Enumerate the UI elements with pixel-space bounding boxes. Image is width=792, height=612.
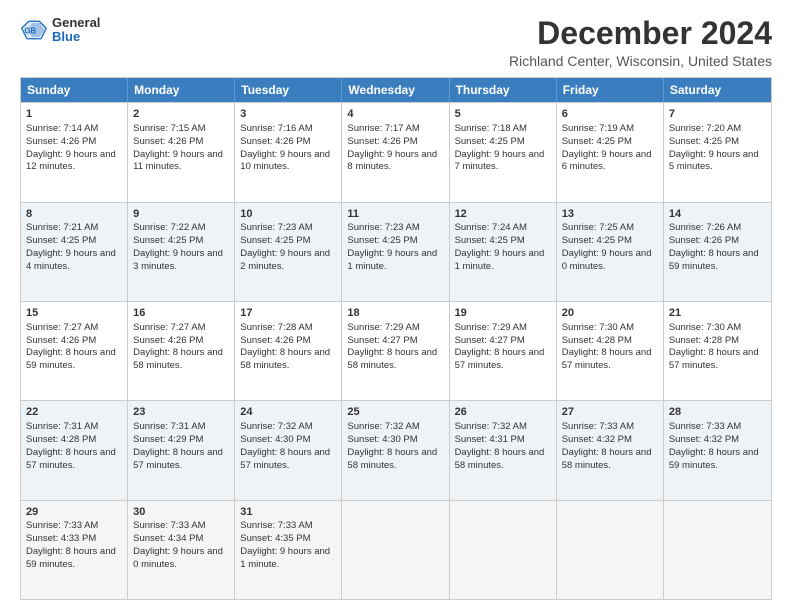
day-number: 24 (240, 405, 336, 420)
week-row-3: 15Sunrise: 7:27 AMSunset: 4:26 PMDayligh… (21, 301, 771, 400)
empty-cell (664, 501, 771, 599)
header: GB General Blue December 2024 Richland C… (20, 16, 772, 69)
day-cell-21: 21Sunrise: 7:30 AMSunset: 4:28 PMDayligh… (664, 302, 771, 400)
day-number: 7 (669, 107, 766, 122)
day-cell-8: 8Sunrise: 7:21 AMSunset: 4:25 PMDaylight… (21, 203, 128, 301)
day-cell-1: 1Sunrise: 7:14 AMSunset: 4:26 PMDaylight… (21, 103, 128, 201)
day-number: 26 (455, 405, 551, 420)
day-cell-5: 5Sunrise: 7:18 AMSunset: 4:25 PMDaylight… (450, 103, 557, 201)
empty-cell (557, 501, 664, 599)
day-number: 4 (347, 107, 443, 122)
location-title: Richland Center, Wisconsin, United State… (509, 53, 772, 69)
month-title: December 2024 (509, 16, 772, 51)
day-cell-6: 6Sunrise: 7:19 AMSunset: 4:25 PMDaylight… (557, 103, 664, 201)
day-cell-13: 13Sunrise: 7:25 AMSunset: 4:25 PMDayligh… (557, 203, 664, 301)
day-cell-25: 25Sunrise: 7:32 AMSunset: 4:30 PMDayligh… (342, 401, 449, 499)
day-number: 25 (347, 405, 443, 420)
calendar-header: Sunday Monday Tuesday Wednesday Thursday… (21, 78, 771, 102)
header-tuesday: Tuesday (235, 78, 342, 102)
day-cell-2: 2Sunrise: 7:15 AMSunset: 4:26 PMDaylight… (128, 103, 235, 201)
day-cell-10: 10Sunrise: 7:23 AMSunset: 4:25 PMDayligh… (235, 203, 342, 301)
day-cell-16: 16Sunrise: 7:27 AMSunset: 4:26 PMDayligh… (128, 302, 235, 400)
day-number: 1 (26, 107, 122, 122)
logo-icon: GB (20, 16, 48, 44)
week-row-2: 8Sunrise: 7:21 AMSunset: 4:25 PMDaylight… (21, 202, 771, 301)
day-number: 31 (240, 505, 336, 520)
empty-cell (342, 501, 449, 599)
day-number: 16 (133, 306, 229, 321)
day-number: 29 (26, 505, 122, 520)
day-number: 5 (455, 107, 551, 122)
week-row-5: 29Sunrise: 7:33 AMSunset: 4:33 PMDayligh… (21, 500, 771, 599)
day-cell-12: 12Sunrise: 7:24 AMSunset: 4:25 PMDayligh… (450, 203, 557, 301)
day-cell-15: 15Sunrise: 7:27 AMSunset: 4:26 PMDayligh… (21, 302, 128, 400)
day-number: 15 (26, 306, 122, 321)
day-number: 10 (240, 207, 336, 222)
day-number: 11 (347, 207, 443, 222)
header-sunday: Sunday (21, 78, 128, 102)
week-row-1: 1Sunrise: 7:14 AMSunset: 4:26 PMDaylight… (21, 102, 771, 201)
day-number: 8 (26, 207, 122, 222)
title-block: December 2024 Richland Center, Wisconsin… (509, 16, 772, 69)
day-number: 22 (26, 405, 122, 420)
day-cell-11: 11Sunrise: 7:23 AMSunset: 4:25 PMDayligh… (342, 203, 449, 301)
day-cell-22: 22Sunrise: 7:31 AMSunset: 4:28 PMDayligh… (21, 401, 128, 499)
header-monday: Monday (128, 78, 235, 102)
header-thursday: Thursday (450, 78, 557, 102)
week-row-4: 22Sunrise: 7:31 AMSunset: 4:28 PMDayligh… (21, 400, 771, 499)
day-number: 19 (455, 306, 551, 321)
day-cell-23: 23Sunrise: 7:31 AMSunset: 4:29 PMDayligh… (128, 401, 235, 499)
calendar: Sunday Monday Tuesday Wednesday Thursday… (20, 77, 772, 600)
day-number: 20 (562, 306, 658, 321)
day-number: 17 (240, 306, 336, 321)
day-number: 6 (562, 107, 658, 122)
day-number: 27 (562, 405, 658, 420)
day-cell-29: 29Sunrise: 7:33 AMSunset: 4:33 PMDayligh… (21, 501, 128, 599)
day-cell-24: 24Sunrise: 7:32 AMSunset: 4:30 PMDayligh… (235, 401, 342, 499)
day-cell-30: 30Sunrise: 7:33 AMSunset: 4:34 PMDayligh… (128, 501, 235, 599)
day-cell-28: 28Sunrise: 7:33 AMSunset: 4:32 PMDayligh… (664, 401, 771, 499)
day-cell-27: 27Sunrise: 7:33 AMSunset: 4:32 PMDayligh… (557, 401, 664, 499)
logo-blue: Blue (52, 30, 100, 44)
svg-text:GB: GB (24, 27, 36, 36)
day-cell-7: 7Sunrise: 7:20 AMSunset: 4:25 PMDaylight… (664, 103, 771, 201)
logo-general: General (52, 16, 100, 30)
logo: GB General Blue (20, 16, 100, 45)
day-number: 3 (240, 107, 336, 122)
day-cell-9: 9Sunrise: 7:22 AMSunset: 4:25 PMDaylight… (128, 203, 235, 301)
day-number: 23 (133, 405, 229, 420)
logo-text: General Blue (52, 16, 100, 45)
day-number: 28 (669, 405, 766, 420)
day-number: 9 (133, 207, 229, 222)
day-number: 18 (347, 306, 443, 321)
day-number: 21 (669, 306, 766, 321)
day-cell-17: 17Sunrise: 7:28 AMSunset: 4:26 PMDayligh… (235, 302, 342, 400)
day-cell-4: 4Sunrise: 7:17 AMSunset: 4:26 PMDaylight… (342, 103, 449, 201)
day-number: 13 (562, 207, 658, 222)
day-cell-26: 26Sunrise: 7:32 AMSunset: 4:31 PMDayligh… (450, 401, 557, 499)
day-cell-20: 20Sunrise: 7:30 AMSunset: 4:28 PMDayligh… (557, 302, 664, 400)
day-cell-31: 31Sunrise: 7:33 AMSunset: 4:35 PMDayligh… (235, 501, 342, 599)
day-cell-3: 3Sunrise: 7:16 AMSunset: 4:26 PMDaylight… (235, 103, 342, 201)
day-cell-14: 14Sunrise: 7:26 AMSunset: 4:26 PMDayligh… (664, 203, 771, 301)
day-cell-19: 19Sunrise: 7:29 AMSunset: 4:27 PMDayligh… (450, 302, 557, 400)
day-number: 12 (455, 207, 551, 222)
header-wednesday: Wednesday (342, 78, 449, 102)
header-friday: Friday (557, 78, 664, 102)
day-cell-18: 18Sunrise: 7:29 AMSunset: 4:27 PMDayligh… (342, 302, 449, 400)
day-number: 14 (669, 207, 766, 222)
header-saturday: Saturday (664, 78, 771, 102)
calendar-body: 1Sunrise: 7:14 AMSunset: 4:26 PMDaylight… (21, 102, 771, 599)
day-number: 30 (133, 505, 229, 520)
day-number: 2 (133, 107, 229, 122)
empty-cell (450, 501, 557, 599)
page: GB General Blue December 2024 Richland C… (0, 0, 792, 612)
